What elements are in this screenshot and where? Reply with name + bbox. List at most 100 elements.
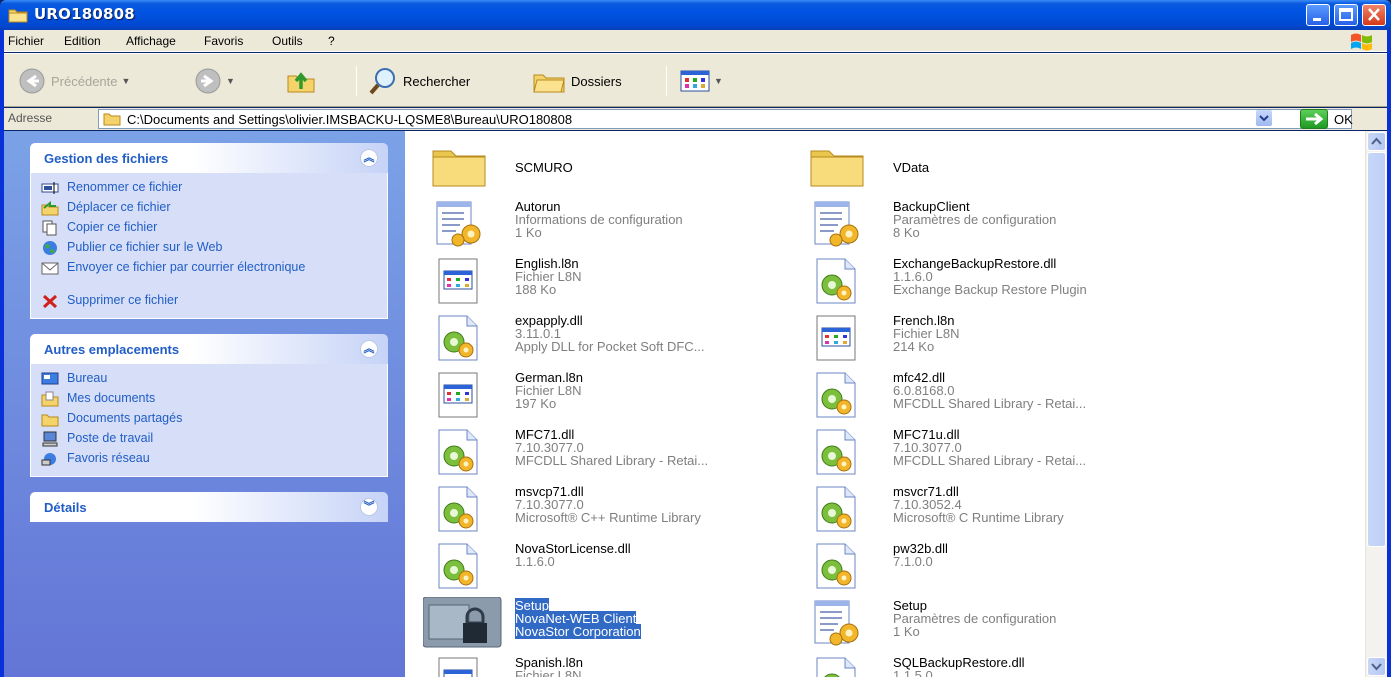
chevron-down-icon[interactable]: ▼ xyxy=(226,76,235,86)
collapse-icon[interactable]: ︽ xyxy=(360,149,378,167)
file-item[interactable]: Spanish.l8n Fichier L8N xyxy=(405,654,775,677)
file-item[interactable]: mfc42.dll 6.0.8168.0 MFCDLL Shared Library… xyxy=(783,369,1153,425)
menu-affichage[interactable]: Affichage xyxy=(126,34,176,48)
config-file-icon xyxy=(809,597,865,651)
search-button[interactable]: Rechercher xyxy=(368,64,470,98)
back-button[interactable]: Précédente ▼ xyxy=(18,64,130,98)
address-input[interactable]: C:\Documents and Settings\olivier.IMSBAC… xyxy=(98,109,1352,129)
task-delete[interactable]: Supprimer ce fichier xyxy=(31,292,387,312)
window-frame-left xyxy=(0,30,4,677)
dll-file-icon xyxy=(809,540,865,594)
menu-favoris[interactable]: Favoris xyxy=(204,34,243,48)
file-item[interactable]: BackupClient Paramètres de configuration 8… xyxy=(783,198,1153,254)
dll-file-icon xyxy=(809,654,865,677)
scroll-up-button[interactable] xyxy=(1367,132,1386,151)
forward-button[interactable]: ▼ xyxy=(194,64,235,98)
task-email[interactable]: Envoyer ce fichier par courrier électron… xyxy=(31,259,387,292)
file-item[interactable]: NovaStorLicense.dll 1.1.6.0 xyxy=(405,540,775,596)
expand-icon[interactable]: ︾ xyxy=(360,498,378,516)
go-arrow-icon xyxy=(1300,109,1328,129)
file-tasks-title: Gestion des fichiers xyxy=(44,151,169,166)
other-places-header[interactable]: Autres emplacements ︽ xyxy=(30,334,388,364)
file-meta: mfc42.dll 6.0.8168.0 MFCDLL Shared Library… xyxy=(893,371,1086,410)
file-meta: French.l8n Fichier L8N 214 Ko xyxy=(893,314,959,353)
place-my-computer[interactable]: Poste de travail xyxy=(31,430,387,450)
file-item[interactable]: ExchangeBackupRestore.dll 1.1.6.0 Exchange… xyxy=(783,255,1153,311)
file-meta: VData xyxy=(893,161,929,174)
file-item[interactable]: pw32b.dll 7.1.0.0 xyxy=(783,540,1153,596)
dll-file-icon xyxy=(431,483,487,537)
scroll-down-button[interactable] xyxy=(1367,657,1386,676)
rename-icon xyxy=(41,182,59,194)
file-item[interactable]: SQLBackupRestore.dll 1.1.5.0 xyxy=(783,654,1153,677)
maximize-button[interactable] xyxy=(1334,4,1358,26)
file-item[interactable]: Autorun Informations de configuration 1 Ko xyxy=(405,198,775,254)
address-dropdown-button[interactable] xyxy=(1256,110,1272,126)
menu-outils[interactable]: Outils xyxy=(272,34,303,48)
file-detail: MFCDLL Shared Library - Retai... xyxy=(515,453,709,468)
task-move[interactable]: Déplacer ce fichier xyxy=(31,199,387,219)
file-item[interactable]: MFC71.dll 7.10.3077.0 MFCDLL Shared Librar… xyxy=(405,426,775,482)
file-item[interactable]: msvcr71.dll 7.10.3052.4 Microsoft® C Runti… xyxy=(783,483,1153,539)
file-detail: 1.1.5.0 xyxy=(893,668,933,677)
l8n-file-icon xyxy=(809,312,865,366)
close-button[interactable] xyxy=(1362,4,1386,26)
file-item[interactable]: German.l8n Fichier L8N 197 Ko xyxy=(405,369,775,425)
file-meta: msvcr71.dll 7.10.3052.4 Microsoft® C Runti… xyxy=(893,485,1064,524)
folder-item[interactable]: SCMURO xyxy=(405,141,775,197)
file-name: SCMURO xyxy=(515,160,573,175)
back-label: Précédente xyxy=(51,73,118,89)
task-label: Envoyer ce fichier par courrier électron… xyxy=(67,260,306,274)
file-detail: 1.1.6.0 xyxy=(515,554,555,569)
file-detail: NovaStor Corporation xyxy=(515,624,641,639)
place-label: Favoris réseau xyxy=(67,451,150,465)
place-network[interactable]: Favoris réseau xyxy=(31,450,387,470)
up-folder-button[interactable] xyxy=(286,64,316,98)
menu-help[interactable]: ? xyxy=(328,34,335,48)
folder-icon xyxy=(103,113,121,126)
other-places-title: Autres emplacements xyxy=(44,342,180,357)
file-item[interactable]: expapply.dll 3.11.0.1 Apply DLL for Pocket… xyxy=(405,312,775,368)
chevron-down-icon[interactable]: ▼ xyxy=(714,76,723,86)
task-label: Copier ce fichier xyxy=(67,220,158,234)
menu-fichier[interactable]: Fichier xyxy=(8,34,44,48)
file-item[interactable]: English.l8n Fichier L8N 188 Ko xyxy=(405,255,775,311)
file-item[interactable]: MFC71u.dll 7.10.3077.0 MFCDLL Shared Libra… xyxy=(783,426,1153,482)
file-item[interactable]: msvcp71.dll 7.10.3077.0 Microsoft® C++ Run… xyxy=(405,483,775,539)
file-detail: Microsoft® C Runtime Library xyxy=(893,510,1064,525)
task-publish-web[interactable]: Publier ce fichier sur le Web xyxy=(31,239,387,259)
folder-item[interactable]: VData xyxy=(783,141,1153,197)
file-item[interactable]: Setup Paramètres de configuration 1 Ko xyxy=(783,597,1153,653)
file-detail: 7.1.0.0 xyxy=(893,554,933,569)
title-bar[interactable]: URO180808 xyxy=(0,0,1391,30)
task-rename[interactable]: Renommer ce fichier xyxy=(31,179,387,199)
folder-icon xyxy=(809,141,865,195)
l8n-file-icon xyxy=(431,255,487,309)
file-list-view[interactable]: SCMURO VData Autorun Informations de config… xyxy=(405,131,1365,677)
explorer-window: URO180808 Fichier Edition Affichage Favo… xyxy=(0,0,1391,677)
collapse-icon[interactable]: ︽ xyxy=(360,340,378,358)
file-item[interactable]: French.l8n Fichier L8N 214 Ko xyxy=(783,312,1153,368)
place-my-documents[interactable]: Mes documents xyxy=(31,390,387,410)
menu-edition[interactable]: Edition xyxy=(64,34,101,48)
desktop-icon xyxy=(41,372,59,385)
folders-button[interactable]: Dossiers xyxy=(532,64,622,98)
windows-logo-icon xyxy=(1351,33,1372,51)
file-detail: 188 Ko xyxy=(515,282,557,297)
file-item[interactable]: Setup NovaNet-WEB Client NovaStor Corporat… xyxy=(405,596,775,653)
task-copy[interactable]: Copier ce fichier xyxy=(31,219,387,239)
file-detail: Exchange Backup Restore Plugin xyxy=(893,282,1087,297)
vertical-scrollbar[interactable] xyxy=(1365,131,1387,677)
views-button[interactable]: ▼ xyxy=(680,64,723,98)
go-button[interactable]: OK xyxy=(1300,109,1353,129)
place-label: Bureau xyxy=(67,371,108,385)
file-tasks-header[interactable]: Gestion des fichiers ︽ xyxy=(30,143,388,173)
task-label: Supprimer ce fichier xyxy=(67,293,179,307)
chevron-down-icon[interactable]: ▼ xyxy=(122,76,131,86)
file-meta: BackupClient Paramètres de configuration 8… xyxy=(893,200,1056,239)
details-header[interactable]: Détails ︾ xyxy=(30,492,388,522)
place-shared-documents[interactable]: Documents partagés xyxy=(31,410,387,430)
minimize-button[interactable] xyxy=(1306,4,1330,26)
scroll-thumb[interactable] xyxy=(1367,152,1386,547)
place-desktop[interactable]: Bureau xyxy=(31,370,387,390)
